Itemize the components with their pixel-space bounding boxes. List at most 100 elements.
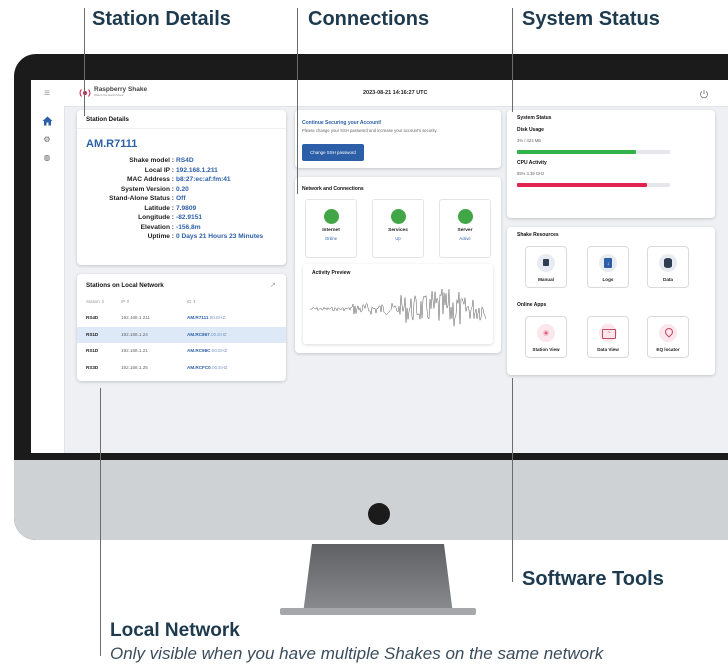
settings-icon[interactable]: ⚙	[39, 134, 55, 146]
header-id[interactable]: ID ⇕	[187, 299, 196, 305]
tile-label: Manual	[538, 277, 554, 282]
station-detail-row: Longitude : -82.9151	[77, 213, 287, 223]
tile-logs[interactable]: ↓ Logs	[587, 246, 629, 288]
table-row[interactable]: RS3D 192.168.1.25 AM.RCFC0.00.EHZ	[77, 360, 286, 376]
row-station: RS1D	[86, 348, 99, 353]
row-id-bold: AM.RC867	[187, 331, 210, 337]
row-id-bold: AM.R7111	[187, 315, 209, 320]
monitor-foot	[280, 608, 476, 615]
brand-tagline: Watch the Earth Move	[94, 93, 124, 97]
download-doc-icon: ↓	[599, 254, 617, 272]
row-ip: 192.168.1.21	[121, 348, 148, 353]
header-station[interactable]: Station ⇕	[86, 299, 105, 305]
detail-label: Local IP :	[144, 166, 174, 174]
disk-usage-bar	[517, 150, 637, 154]
station-detail-row: MAC Address : b8:27:ec:af:fm:41	[77, 175, 287, 185]
power-icon[interactable]	[699, 86, 711, 99]
service-name: Server	[457, 228, 473, 233]
station-details-card: Station Details AM.R7111 Shake model : RS…	[77, 110, 286, 265]
callout-local-network: Local Network	[110, 620, 240, 641]
detail-label: Uptime :	[147, 233, 174, 240]
home-icon[interactable]	[39, 116, 55, 128]
system-status-title: System Status	[517, 115, 552, 121]
globe-icon[interactable]: ◍	[39, 152, 55, 164]
online-app-items: Station View ~ Data View EQ locator	[507, 316, 715, 360]
activity-preview-title: Activity Preview	[312, 270, 351, 276]
location-pin-icon	[659, 324, 677, 342]
table-row[interactable]: RS1D 192.168.1.24 AM.RC867.00.EHZ	[77, 326, 286, 343]
seismogram-trace	[310, 288, 486, 327]
callout-line-connections	[297, 8, 298, 194]
detail-value: -156.8m	[176, 223, 201, 231]
change-ssh-password-button[interactable]: Change SSH password	[302, 144, 364, 161]
status-indicator	[457, 209, 473, 224]
detail-label: System Version :	[120, 185, 174, 193]
service-cards: Internet Online Services Up Server Active	[295, 197, 501, 259]
callout-line-software-tools	[512, 378, 513, 582]
monitor-chin	[14, 460, 728, 540]
tile-data-view[interactable]: ~ Data View	[587, 316, 629, 358]
tile-data[interactable]: Data	[647, 246, 689, 288]
table-row[interactable]: RS1D 192.168.1.21 AM.RC98C.00.EHZ	[77, 343, 286, 359]
callout-line-station-details	[84, 8, 85, 116]
detail-label: Longitude :	[138, 214, 174, 221]
station-detail-rows: Shake model : RS4D Local IP :192.168.1.211…	[77, 156, 286, 261]
tile-label: Data View	[597, 347, 619, 352]
station-details-title: Station Details	[86, 116, 129, 123]
row-ip: 192.168.1.25	[121, 364, 148, 370]
header-ip[interactable]: IP ⇕	[121, 299, 130, 305]
row-id-bold: AM.RCFC0	[187, 364, 211, 370]
top-bar: Raspberry Shake Watch the Earth Move 202…	[31, 80, 728, 107]
service-card-services: Services Up	[372, 199, 424, 258]
table-row[interactable]: RS4D 192.168.1.211 AM.R7111.00.EHZ	[77, 310, 286, 326]
disk-usage-bar-track	[517, 150, 670, 154]
detail-value: -82.9151	[176, 214, 203, 221]
disk-usage-value: 3% / 423 MB	[517, 138, 541, 143]
external-link-icon[interactable]: ↗	[270, 281, 276, 289]
detail-value: 0.20	[176, 185, 189, 193]
resources-card: Shake Resources Manual ↓ Logs Data Online A…	[507, 227, 715, 375]
row-id-bold: AM.RC98C	[187, 348, 211, 353]
row-ip: 192.168.1.211	[121, 315, 151, 320]
station-detail-row: Elevation : -156.8m	[77, 223, 287, 233]
detail-value: 7.9809	[176, 204, 197, 212]
online-apps-title: Online Apps	[517, 302, 547, 308]
side-nav: ⚙ ◍	[31, 106, 65, 453]
service-card-internet: Internet Online	[305, 199, 357, 258]
status-indicator	[390, 209, 406, 224]
row-id[interactable]: AM.RC867.00.EHZ	[187, 332, 227, 337]
callout-line-local-network	[100, 388, 101, 656]
service-card-server: Server Active	[439, 199, 491, 258]
datetime: 2023-08-21 14:16:27 UTC	[363, 90, 428, 96]
local-network-rows: RS4D 192.168.1.211 AM.R7111.00.EHZ RS1D 192.…	[77, 310, 286, 376]
row-id[interactable]: AM.RCFC0.00.EHZ	[187, 365, 228, 370]
row-id-suffix: .00.EHZ	[210, 348, 228, 353]
connections-card: Network and Connections Internet Online Se…	[295, 177, 501, 353]
service-status: Active	[459, 236, 471, 241]
detail-label: Stand-Alone Status :	[109, 195, 174, 202]
menu-icon[interactable]: ≡	[39, 88, 55, 100]
seismogram-icon: ~	[599, 324, 617, 342]
station-detail-row: Stand-Alone Status : Off	[77, 194, 287, 204]
tile-label: EQ locator	[656, 347, 680, 352]
status-indicator	[323, 209, 339, 224]
row-id[interactable]: AM.R7111.00.EHZ	[187, 315, 225, 320]
station-detail-row: Local IP :192.168.1.211	[77, 166, 287, 176]
service-name: Services	[388, 228, 408, 233]
local-network-card: Stations on Local Network ↗ Station ⇕ IP…	[77, 274, 286, 381]
divider	[77, 128, 286, 129]
row-ip: 192.168.1.24	[121, 331, 148, 337]
disk-usage-label: Disk Usage	[517, 127, 544, 133]
row-station: RS4D	[86, 315, 99, 320]
detail-value: b8:27:ec:af:fm:41	[176, 176, 231, 183]
callout-line-system-status	[512, 8, 513, 112]
row-id-suffix: .00.EHZ	[210, 364, 228, 370]
tile-label: Data	[663, 277, 673, 282]
row-id[interactable]: AM.RC98C.00.EHZ	[187, 348, 227, 353]
tile-station-view[interactable]: Station View	[525, 316, 567, 358]
service-name: Internet	[322, 228, 340, 233]
tile-manual[interactable]: Manual	[525, 246, 567, 288]
activity-preview: Activity Preview	[303, 264, 493, 344]
row-id-suffix: .00.EHZ	[208, 315, 226, 320]
tile-eq-locator[interactable]: EQ locator	[647, 316, 689, 358]
